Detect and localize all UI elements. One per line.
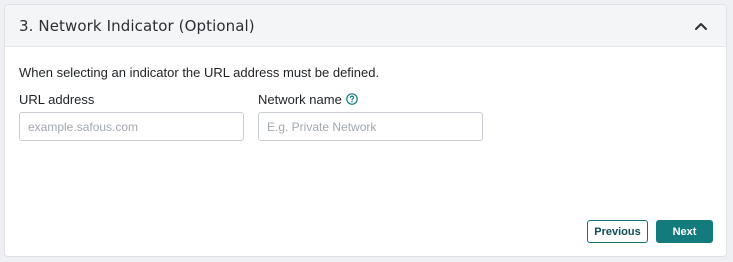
url-address-label: URL address — [19, 91, 244, 107]
next-button[interactable]: Next — [656, 220, 713, 243]
network-indicator-panel: 3. Network Indicator (Optional) When sel… — [4, 4, 727, 257]
network-name-input[interactable] — [258, 112, 483, 141]
info-text: When selecting an indicator the URL addr… — [19, 65, 380, 80]
chevron-up-icon — [695, 22, 707, 30]
network-name-field: Network name — [258, 92, 483, 141]
section-title: 3. Network Indicator (Optional) — [19, 16, 255, 35]
url-address-input[interactable] — [19, 112, 244, 141]
url-address-field: URL address — [19, 92, 244, 141]
fields-row: URL address Network name — [19, 92, 712, 141]
action-buttons: Previous Next — [587, 220, 713, 243]
previous-button[interactable]: Previous — [587, 220, 648, 243]
network-name-label-text: Network name — [258, 91, 342, 107]
help-circle-icon[interactable] — [346, 93, 358, 105]
network-name-label: Network name — [258, 91, 483, 107]
collapse-button[interactable] — [690, 15, 712, 37]
panel-body: When selecting an indicator the URL addr… — [5, 47, 726, 256]
url-address-label-text: URL address — [19, 91, 95, 107]
panel-header[interactable]: 3. Network Indicator (Optional) — [5, 5, 726, 47]
